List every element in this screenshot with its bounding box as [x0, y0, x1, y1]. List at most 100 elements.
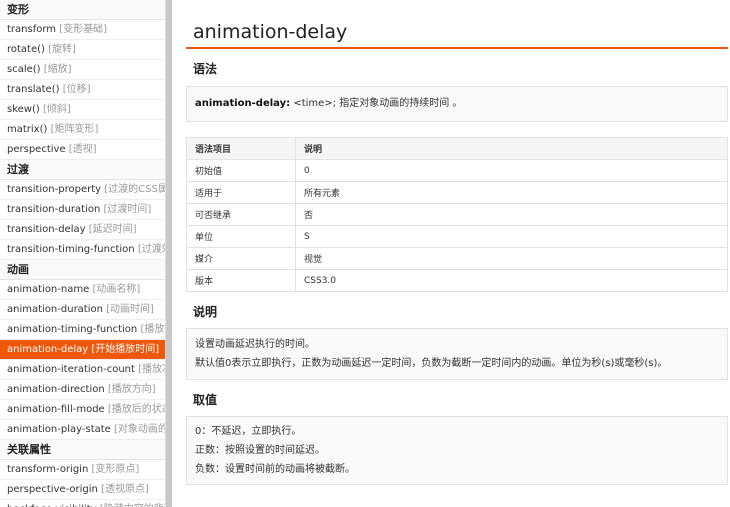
sidebar-item[interactable]: transform [变形基础] — [0, 20, 165, 40]
sidebar-item-note: [过渡时间] — [103, 204, 152, 215]
sidebar-item-note: [透视] — [68, 144, 97, 155]
values-heading: 取值 — [193, 393, 218, 407]
description-line: 设置动画延迟执行的时间。 — [195, 339, 315, 350]
sidebar-item-label: scale() — [7, 64, 41, 75]
sidebar-item-note: [过渡的CSS属性] — [104, 184, 165, 195]
table-header: 语法项目 — [186, 137, 296, 160]
sidebar-item-label: transition-delay — [7, 224, 86, 235]
sidebar-item-label: transform-origin — [7, 464, 89, 475]
sidebar-item-label: transition-timing-function — [7, 244, 135, 255]
values-line: 负数：设置时间前的动画将被截断。 — [195, 464, 355, 475]
table-cell-item: 单位 — [186, 225, 296, 248]
sidebar-item-note: [播放方式] — [140, 324, 165, 335]
sidebar-item[interactable]: perspective-origin [透视原点] — [0, 480, 165, 500]
table-cell-value: CSS3.0 — [295, 269, 728, 292]
sidebar-item-note: [透视原点] — [101, 484, 149, 495]
sidebar-section-title: 动画 — [0, 260, 165, 280]
sidebar-item[interactable]: transition-delay [延迟时间] — [0, 220, 165, 240]
sidebar-item-note: [过渡效果] — [137, 244, 165, 255]
table-cell-value: 否 — [295, 203, 728, 226]
sidebar-item[interactable]: skew() [倾斜] — [0, 100, 165, 120]
table-cell-item: 版本 — [186, 269, 296, 292]
sidebar-item[interactable]: rotate() [旋转] — [0, 40, 165, 60]
sidebar-item-label: translate() — [7, 84, 60, 95]
syntax-property: animation-delay: — [195, 98, 291, 109]
sidebar-item[interactable]: animation-direction [播放方向] — [0, 380, 165, 400]
sidebar-item-note: [矩阵变形] — [50, 124, 99, 135]
sidebar-item-label: perspective-origin — [7, 484, 98, 495]
sidebar-item-note: [旋转] — [48, 44, 76, 55]
sidebar-item-label: transform — [7, 24, 57, 35]
sidebar-item[interactable]: animation-delay [开始播放时间] — [0, 340, 165, 360]
sidebar-item-label: perspective — [7, 144, 66, 155]
table-cell-value: 视觉 — [295, 247, 728, 270]
sidebar-item-label: animation-fill-mode — [7, 404, 105, 415]
sidebar-item-label: animation-play-state — [7, 424, 111, 435]
table-row: 媒介 视觉 — [186, 247, 728, 270]
sidebar-item[interactable]: translate() [位移] — [0, 80, 165, 100]
syntax-value: <time> — [293, 98, 333, 109]
sidebar-item-note: [位移] — [62, 84, 91, 95]
sidebar-item[interactable]: scale() [缩放] — [0, 60, 165, 80]
sidebar-item-label: animation-iteration-count — [7, 364, 135, 375]
sidebar-item-label: animation-timing-function — [7, 324, 138, 335]
sidebar-item-label: animation-name — [7, 284, 90, 295]
sidebar-item[interactable]: backface-visibility [隐藏内容的背面] — [0, 500, 165, 507]
sidebar-item-note: [播放后的状态] — [107, 404, 165, 415]
sidebar-nav: 变形 transform [变形基础] rotate() [旋转] scale() [… — [0, 0, 166, 507]
syntax-heading: 语法 — [193, 62, 218, 76]
table-cell-value: 所有元素 — [295, 181, 728, 204]
sidebar-item[interactable]: animation-timing-function [播放方式] — [0, 320, 165, 340]
description-heading: 说明 — [193, 305, 218, 319]
sidebar-item-label: animation-duration — [7, 304, 103, 315]
sidebar-item-label: skew() — [7, 104, 40, 115]
sidebar-item-label: matrix() — [7, 124, 48, 135]
values-box: 0：不延迟，立即执行。 正数：按照设置的时间延迟。 负数：设置时间前的动画将被截… — [186, 416, 728, 485]
sidebar-item-label: animation-delay — [7, 344, 89, 355]
table-header: 说明 — [295, 137, 728, 160]
sidebar-item-label: animation-direction — [7, 384, 105, 395]
table-header-row: 语法项目 说明 — [186, 137, 728, 160]
sidebar-scrollbar[interactable] — [166, 0, 172, 507]
sidebar-item[interactable]: perspective [透视] — [0, 140, 165, 160]
sidebar-item[interactable]: animation-iteration-count [播放次数] — [0, 360, 165, 380]
sidebar-item[interactable]: animation-play-state [对象动画的状 — [0, 420, 165, 440]
table-cell-item: 媒介 — [186, 247, 296, 270]
property-table: 语法项目 说明 初始值 0 适用于 所有元素 可否继承否单位 S 媒介 视觉 版本 CSS3.0 — [186, 137, 728, 292]
sidebar-item[interactable]: animation-duration [动画时间] — [0, 300, 165, 320]
values-line: 正数：按照设置的时间延迟。 — [195, 445, 325, 456]
description-box: 设置动画延迟执行的时间。 默认值0表示立即执行，正数为动画延迟一定时间，负数为截… — [186, 328, 728, 380]
sidebar-item-note: [对象动画的状 — [114, 424, 165, 435]
table-row: 适用于 所有元素 — [186, 181, 728, 204]
table-cell-value: S — [295, 225, 728, 248]
sidebar-item-note: [播放方向] — [107, 384, 156, 395]
main-content: animation-delay 语法 animation-delay: <tim… — [186, 0, 728, 485]
sidebar-item-note: [缩放] — [43, 64, 72, 75]
table-cell-item: 适用于 — [186, 181, 296, 204]
sidebar-item-note: [变形基础] — [59, 24, 108, 35]
syntax-box: animation-delay: <time>; 指定对象动画的持续时间 。 — [186, 86, 728, 122]
sidebar-item[interactable]: transition-property [过渡的CSS属性] — [0, 180, 165, 200]
page-title: animation-delay — [186, 17, 728, 49]
sidebar-item[interactable]: transform-origin [变形原点] — [0, 460, 165, 480]
table-cell-value: 0 — [295, 159, 728, 182]
sidebar-item-note: [开始播放时间] — [91, 344, 160, 355]
table-row: 单位 S — [186, 225, 728, 248]
sidebar-item-note: [变形原点] — [91, 464, 140, 475]
table-cell-item: 初始值 — [186, 159, 296, 182]
sidebar-item-note: [动画名称] — [92, 284, 141, 295]
table-row: 可否继承否 — [186, 203, 728, 226]
sidebar-section-title: 关联属性 — [0, 440, 165, 460]
sidebar-item[interactable]: matrix() [矩阵变形] — [0, 120, 165, 140]
sidebar-item[interactable]: transition-duration [过渡时间] — [0, 200, 165, 220]
sidebar-item-note: [播放次数] — [138, 364, 165, 375]
sidebar-item-label: transition-property — [7, 184, 102, 195]
table-row: 版本 CSS3.0 — [186, 269, 728, 292]
table-cell-item: 可否继承 — [186, 203, 296, 226]
sidebar-item-label: rotate() — [7, 44, 45, 55]
sidebar-item[interactable]: animation-name [动画名称] — [0, 280, 165, 300]
sidebar-item-note: [倾斜] — [42, 104, 71, 115]
sidebar-item[interactable]: animation-fill-mode [播放后的状态] — [0, 400, 165, 420]
syntax-description: ; 指定对象动画的持续时间 。 — [332, 98, 463, 109]
sidebar-item[interactable]: transition-timing-function [过渡效果] — [0, 240, 165, 260]
